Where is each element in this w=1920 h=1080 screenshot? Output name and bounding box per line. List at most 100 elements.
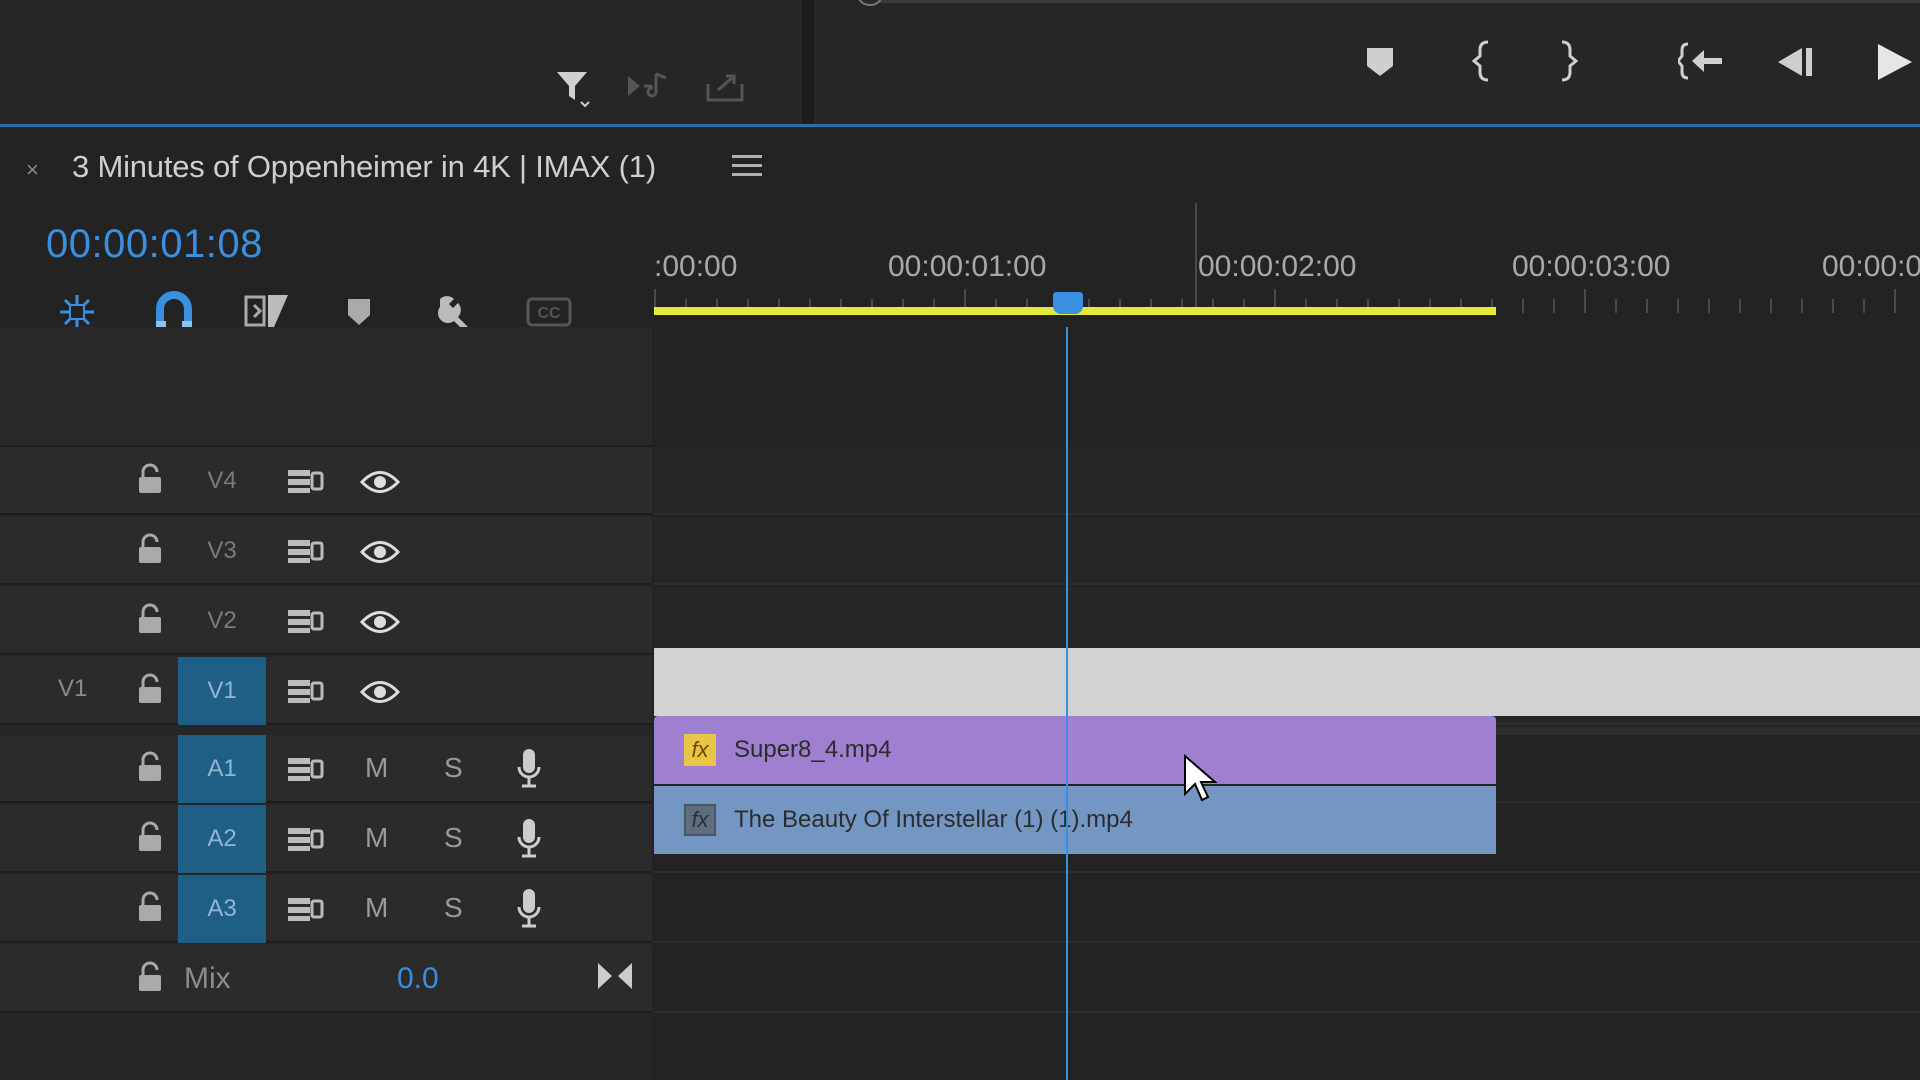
svg-text:CC: CC — [537, 305, 561, 322]
ruler-tick — [1894, 289, 1896, 313]
track-target-toggle[interactable]: A1 — [178, 735, 266, 803]
track-lane-v3[interactable] — [654, 517, 1920, 585]
ruler-tick — [1522, 299, 1524, 313]
major-tick — [1195, 203, 1197, 315]
track-header-v1[interactable]: V1 V1 — [0, 657, 652, 725]
clip-super8[interactable]: fx Super8_4.mp4 — [654, 716, 1496, 784]
sync-lock-icon[interactable] — [286, 467, 324, 500]
insert-audio-icon[interactable] — [626, 70, 668, 102]
time-ruler[interactable]: :00:00 00:00:01:00 00:00:02:00 00:00:03:… — [654, 203, 1920, 327]
solo-button[interactable]: S — [444, 892, 463, 924]
ruler-tick — [1739, 299, 1741, 313]
panel-menu-icon[interactable] — [732, 155, 762, 181]
lock-icon[interactable] — [135, 603, 165, 640]
lock-icon[interactable] — [135, 961, 165, 998]
solo-button[interactable]: S — [444, 752, 463, 784]
lock-icon[interactable] — [135, 751, 165, 788]
playhead-line[interactable] — [1066, 327, 1068, 1080]
ruler-tick — [1863, 299, 1865, 313]
track-headers: V4 V3 V2 V1 V1 A1 M S A2 M S A3 M S Mix … — [0, 327, 652, 1080]
go-to-in-icon[interactable] — [1678, 42, 1724, 80]
ruler-tick — [1677, 299, 1679, 313]
source-panel-toolbar — [0, 0, 802, 124]
mute-button[interactable]: M — [365, 892, 388, 924]
step-back-icon[interactable] — [1776, 46, 1816, 78]
mouse-cursor-icon — [1183, 753, 1219, 811]
eye-icon[interactable] — [359, 679, 401, 710]
mute-button[interactable]: M — [365, 822, 388, 854]
ruler-label: 00:00:0 — [1822, 250, 1920, 283]
fx-badge-icon[interactable]: fx — [684, 804, 716, 836]
track-header-a3[interactable]: A3 M S — [0, 875, 652, 943]
eye-icon[interactable] — [359, 539, 401, 570]
track-lane-mix[interactable] — [654, 945, 1920, 1013]
track-target-toggle[interactable]: V4 — [178, 447, 266, 515]
lock-icon[interactable] — [135, 463, 165, 500]
mix-label: Mix — [184, 962, 231, 995]
play-icon[interactable] — [1874, 42, 1914, 82]
source-patch-v1[interactable]: V1 — [58, 675, 87, 703]
track-target-toggle[interactable]: V3 — [178, 517, 266, 585]
track-header-a1[interactable]: A1 M S — [0, 735, 652, 803]
microphone-icon[interactable] — [516, 817, 542, 864]
track-lane-v2[interactable] — [654, 587, 1920, 655]
add-marker-icon[interactable] — [346, 297, 372, 327]
clip-color-matte[interactable] — [654, 648, 1920, 716]
sync-lock-icon[interactable] — [286, 607, 324, 640]
lock-icon[interactable] — [135, 673, 165, 710]
track-header-spacer — [0, 327, 652, 447]
track-header-v3[interactable]: V3 — [0, 517, 652, 585]
fx-badge-icon[interactable]: fx — [684, 734, 716, 766]
program-scrub-bar[interactable] — [870, 0, 1920, 3]
program-monitor-controls — [814, 0, 1920, 124]
playhead-handle[interactable] — [1053, 292, 1083, 314]
sync-lock-icon[interactable] — [286, 825, 324, 858]
eye-icon[interactable] — [359, 609, 401, 640]
track-area[interactable]: fx Super8_4.mp4 fx The Beauty Of Interst… — [654, 327, 1920, 1080]
sync-lock-icon[interactable] — [286, 537, 324, 570]
sync-lock-icon[interactable] — [286, 755, 324, 788]
ruler-label: 00:00:02:00 — [1198, 250, 1357, 283]
ruler-tick — [1832, 299, 1834, 313]
track-target-toggle[interactable]: V1 — [178, 657, 266, 725]
lock-icon[interactable] — [135, 533, 165, 570]
bowtie-icon[interactable] — [596, 961, 634, 996]
ruler-tick — [1770, 299, 1772, 313]
ruler-tick — [1801, 299, 1803, 313]
track-target-toggle[interactable]: A3 — [178, 875, 266, 943]
lock-icon[interactable] — [135, 821, 165, 858]
panel-divider[interactable] — [802, 0, 814, 124]
eye-icon[interactable] — [359, 469, 401, 500]
ruler-tick — [1553, 299, 1555, 313]
track-header-v4[interactable]: V4 — [0, 447, 652, 515]
filter-icon[interactable] — [555, 68, 591, 108]
track-target-toggle[interactable]: A2 — [178, 805, 266, 873]
track-target-toggle[interactable]: V2 — [178, 587, 266, 655]
ruler-label: 00:00:01:00 — [888, 250, 1047, 283]
track-header-mix[interactable]: Mix 0.0 — [0, 945, 652, 1013]
track-lane-a3[interactable] — [654, 875, 1920, 943]
solo-button[interactable]: S — [444, 822, 463, 854]
mark-out-icon[interactable] — [1558, 40, 1578, 82]
lock-icon[interactable] — [135, 891, 165, 928]
sequence-tab-row: × 3 Minutes of Oppenheimer in 4K | IMAX … — [0, 127, 1920, 207]
track-header-a2[interactable]: A2 M S — [0, 805, 652, 873]
close-tab-icon[interactable]: × — [26, 157, 39, 183]
program-scrub-knob[interactable] — [858, 0, 882, 6]
microphone-icon[interactable] — [516, 887, 542, 934]
captions-icon[interactable]: CC — [526, 297, 572, 327]
mute-button[interactable]: M — [365, 752, 388, 784]
mix-volume-value[interactable]: 0.0 — [397, 962, 439, 996]
linked-clips-icon[interactable] — [244, 291, 290, 331]
mark-in-icon[interactable] — [1472, 40, 1492, 82]
export-icon[interactable] — [704, 70, 746, 104]
clip-interstellar[interactable]: fx The Beauty Of Interstellar (1) (1).mp… — [654, 786, 1496, 854]
track-lane-v4[interactable] — [654, 447, 1920, 515]
add-marker-icon[interactable] — [1365, 46, 1395, 78]
microphone-icon[interactable] — [516, 747, 542, 794]
track-header-v2[interactable]: V2 — [0, 587, 652, 655]
sequence-tab[interactable]: 3 Minutes of Oppenheimer in 4K | IMAX (1… — [72, 149, 656, 185]
sync-lock-icon[interactable] — [286, 895, 324, 928]
sync-lock-icon[interactable] — [286, 677, 324, 710]
playhead-timecode[interactable]: 00:00:01:08 — [46, 222, 263, 267]
